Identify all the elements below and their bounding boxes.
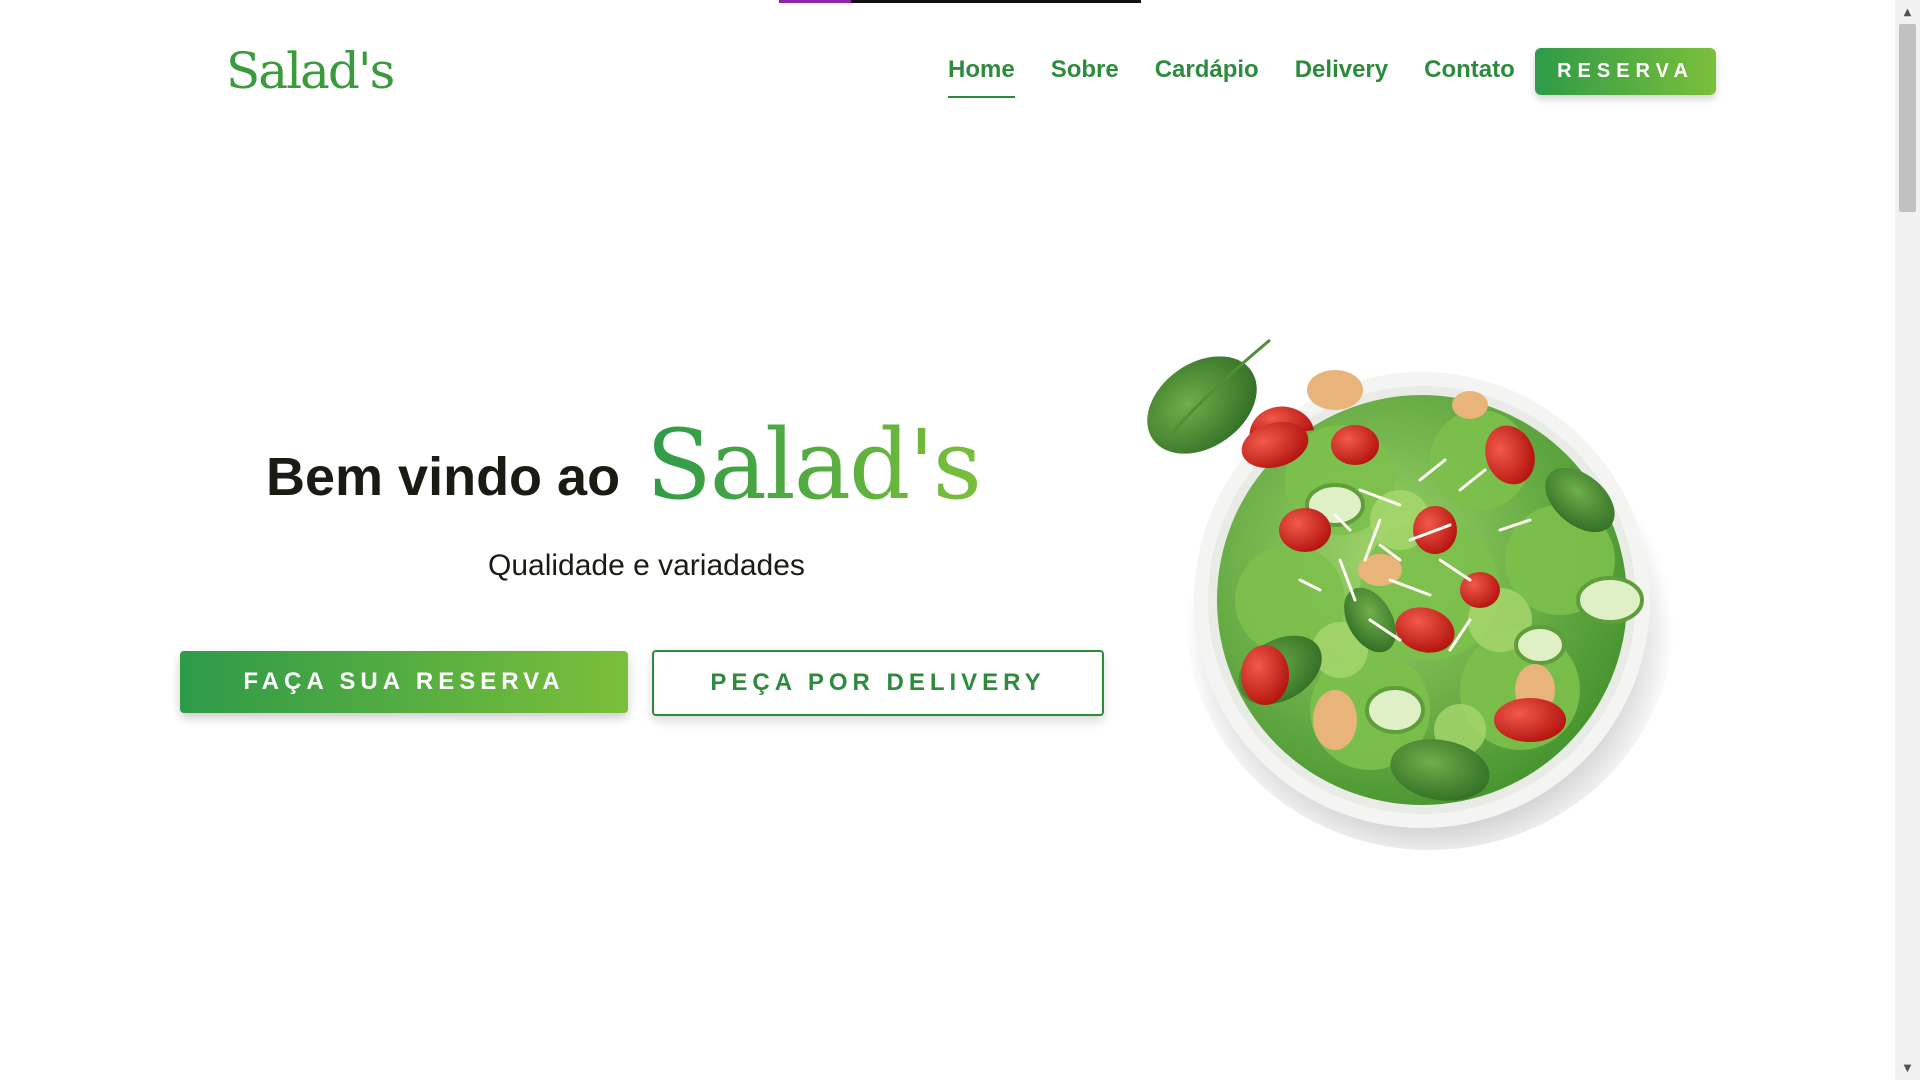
page: Salad's Home Sobre Cardápio Delivery Con… (0, 0, 1920, 1080)
vertical-scrollbar[interactable]: ▲ ▼ (1895, 0, 1920, 1080)
loading-progress-bar (779, 0, 1141, 3)
hero-welcome-text: Bem vindo ao (266, 447, 621, 507)
nav-item-delivery[interactable]: Delivery (1295, 56, 1388, 88)
triangle-up-icon[interactable]: ▲ (1895, 2, 1920, 22)
logo[interactable]: Salad's (226, 36, 395, 106)
order-delivery-button[interactable]: PEÇA POR DELIVERY (652, 650, 1104, 716)
main-nav: Home Sobre Cardápio Delivery Contato (948, 46, 1551, 98)
hero-brand-title: Salad's (646, 405, 982, 525)
nav-item-contato[interactable]: Contato (1424, 56, 1515, 88)
reserva-button[interactable]: RESERVA (1535, 48, 1716, 95)
nav-item-cardapio[interactable]: Cardápio (1155, 56, 1259, 88)
triangle-down-icon[interactable]: ▼ (1895, 1058, 1920, 1078)
nav-item-sobre[interactable]: Sobre (1051, 56, 1119, 88)
hero-tagline: Qualidade e variadades (488, 549, 805, 582)
make-reservation-button[interactable]: FAÇA SUA RESERVA (180, 651, 628, 713)
salad-bowl-image (1147, 338, 1675, 850)
scrollbar-thumb[interactable] (1899, 24, 1916, 212)
nav-item-home[interactable]: Home (948, 56, 1015, 98)
loading-progress-fill (779, 0, 851, 3)
